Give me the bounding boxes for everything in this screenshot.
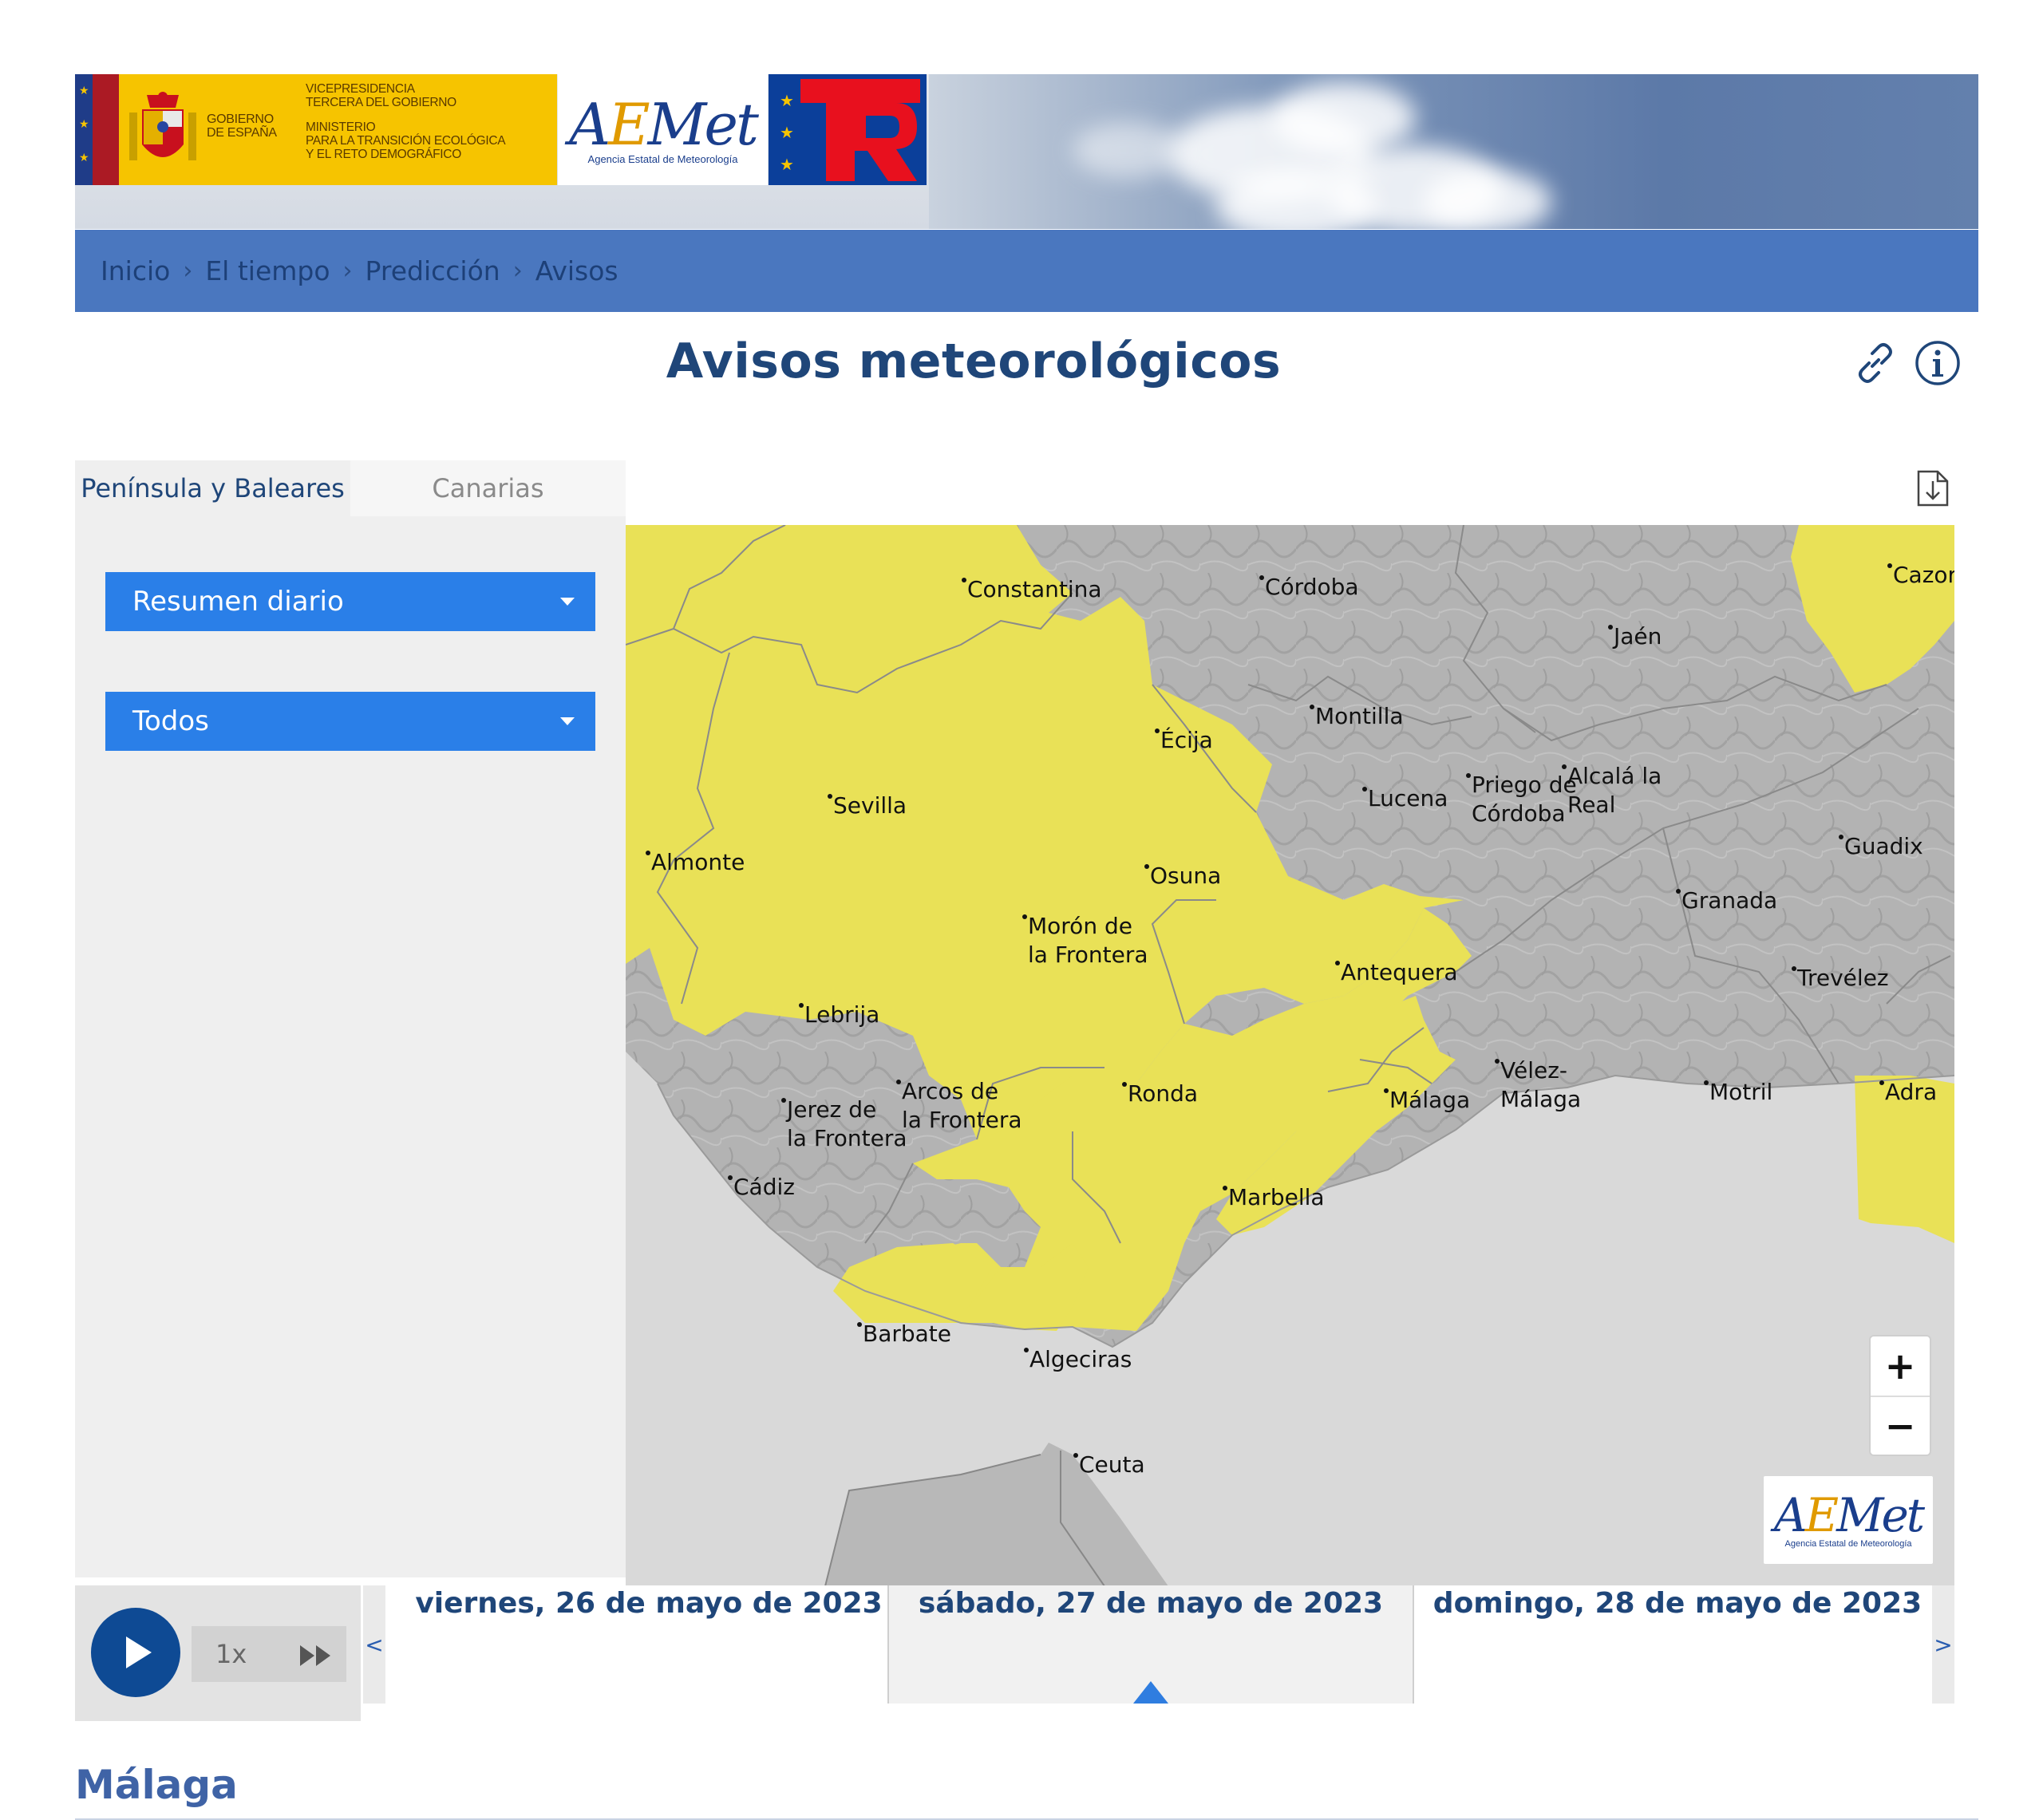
fast-forward-icon[interactable] bbox=[298, 1644, 334, 1668]
region-title: Málaga bbox=[75, 1762, 238, 1808]
prtr-logo-icon: ★ ★ ★ bbox=[769, 74, 927, 185]
vice-line1: VICEPRESIDENCIA bbox=[306, 82, 415, 96]
city-label: Motril bbox=[1704, 1078, 1772, 1107]
zoom-out-button[interactable]: − bbox=[1871, 1396, 1930, 1455]
city-label: Morón de la Frontera bbox=[1022, 912, 1148, 969]
ministry-line3: Y EL RETO DEMOGRÁFICO bbox=[306, 148, 461, 161]
aemet-logo[interactable]: AEMet Agencia Estatal de Meteorología bbox=[558, 74, 768, 185]
city-label: Constantina bbox=[962, 575, 1102, 604]
filters-panel: Península y Baleares Canarias Resumen di… bbox=[75, 460, 626, 1577]
aemet-subtitle: Agencia Estatal de Meteorología bbox=[587, 153, 738, 165]
download-icon[interactable] bbox=[1915, 468, 1950, 508]
phenomenon-select-value: Todos bbox=[132, 705, 209, 737]
timeline-day-selected[interactable]: sábado, 27 de mayo de 2023 bbox=[887, 1585, 1414, 1704]
warnings-map[interactable]: Constantina Córdoba Cazor Jaén Montilla … bbox=[626, 525, 1954, 1586]
selected-day-marker-icon bbox=[1133, 1681, 1168, 1704]
city-label: Guadix bbox=[1839, 832, 1923, 861]
ministry-line1: MINISTERIO bbox=[306, 120, 376, 134]
city-label: Algeciras bbox=[1024, 1345, 1132, 1374]
city-label: Málaga bbox=[1384, 1086, 1470, 1115]
city-label: Cádiz bbox=[728, 1173, 795, 1202]
zoom-control: + − bbox=[1869, 1335, 1931, 1456]
play-icon bbox=[126, 1636, 152, 1668]
breadcrumb-separator: › bbox=[512, 257, 523, 285]
city-label: Jerez de la Frontera bbox=[781, 1096, 907, 1153]
breadcrumb-separator: › bbox=[342, 257, 353, 285]
play-button[interactable] bbox=[91, 1608, 180, 1697]
map-aemet-subtitle: Agencia Estatal de Meteorología bbox=[1784, 1539, 1912, 1549]
city-label: Córdoba bbox=[1259, 573, 1359, 602]
gobierno-text: GOBIERNO DE ESPAÑA bbox=[207, 74, 294, 185]
eu-spain-flag-icon: ★ ★ ★ bbox=[75, 74, 119, 185]
svg-text:★: ★ bbox=[780, 155, 794, 174]
animation-player: 1x bbox=[75, 1585, 361, 1721]
map-canvas bbox=[626, 525, 1954, 1586]
speed-value: 1x bbox=[215, 1639, 247, 1669]
timeline-day[interactable]: viernes, 26 de mayo de 2023 bbox=[385, 1585, 912, 1704]
breadcrumb-prediccion[interactable]: Predicción bbox=[366, 255, 500, 286]
city-label: Jaén bbox=[1608, 622, 1662, 651]
aemet-wordmark: AEMet bbox=[569, 91, 759, 158]
city-label: Marbella bbox=[1223, 1183, 1325, 1212]
svg-text:★: ★ bbox=[780, 91, 794, 110]
city-label: Écija bbox=[1155, 726, 1213, 755]
city-label: Vélez- Málaga bbox=[1495, 1056, 1581, 1114]
tab-peninsula-baleares[interactable]: Península y Baleares bbox=[75, 460, 350, 516]
city-label: Barbate bbox=[857, 1320, 951, 1348]
view-select-value: Resumen diario bbox=[132, 586, 344, 618]
tab-canarias[interactable]: Canarias bbox=[350, 460, 626, 516]
gobierno-espana-logo[interactable]: ★ ★ ★ GOBIERNO DE ESPAÑA VICEPRESIDENCIA… bbox=[75, 74, 557, 185]
city-label: Granada bbox=[1676, 886, 1777, 915]
title-actions bbox=[1851, 339, 1962, 387]
city-label: Antequera bbox=[1335, 958, 1458, 987]
sky-banner bbox=[929, 74, 1978, 229]
svg-text:★: ★ bbox=[780, 123, 794, 142]
breadcrumb-separator: › bbox=[183, 257, 193, 285]
zoom-in-button[interactable]: + bbox=[1871, 1336, 1930, 1396]
region-tabs: Península y Baleares Canarias bbox=[75, 460, 626, 516]
gov-line2: DE ESPAÑA bbox=[207, 126, 277, 140]
city-label: Osuna bbox=[1144, 862, 1221, 890]
timeline-prev-button[interactable]: < bbox=[363, 1585, 385, 1704]
city-label: Arcos de la Frontera bbox=[896, 1077, 1022, 1135]
city-label: Lucena bbox=[1362, 784, 1448, 813]
breadcrumb: Inicio › El tiempo › Predicción › Avisos bbox=[75, 230, 1978, 312]
view-select[interactable]: Resumen diario bbox=[105, 572, 595, 631]
city-label: Trevélez bbox=[1792, 964, 1889, 993]
chevron-down-icon bbox=[560, 717, 575, 725]
map-aemet-logo: AEMet Agencia Estatal de Meteorología bbox=[1764, 1476, 1933, 1564]
gov-line1: GOBIERNO bbox=[207, 113, 274, 126]
timeline-next-button[interactable]: > bbox=[1932, 1585, 1954, 1704]
page-title: Avisos meteorológicos bbox=[666, 334, 1282, 389]
site-header: ★ ★ ★ GOBIERNO DE ESPAÑA VICEPRESIDENCIA… bbox=[75, 74, 1978, 229]
phenomenon-select[interactable]: Todos bbox=[105, 692, 595, 751]
city-label: Priego de Córdoba bbox=[1466, 771, 1577, 828]
page: ★ ★ ★ GOBIERNO DE ESPAÑA VICEPRESIDENCIA… bbox=[0, 0, 2043, 1820]
coat-of-arms-icon bbox=[119, 74, 207, 185]
city-label: Lebrija bbox=[799, 1001, 879, 1029]
breadcrumb-avisos[interactable]: Avisos bbox=[535, 255, 618, 286]
city-label: Adra bbox=[1879, 1078, 1937, 1107]
ministry-line2: PARA LA TRANSICIÓN ECOLÓGICA bbox=[306, 134, 506, 148]
breadcrumb-el-tiempo[interactable]: El tiempo bbox=[205, 255, 330, 286]
city-label: Ceuta bbox=[1073, 1451, 1145, 1479]
city-label: Ronda bbox=[1122, 1080, 1198, 1108]
ministry-text: VICEPRESIDENCIA TERCERA DEL GOBIERNO MINI… bbox=[294, 74, 557, 185]
vice-line2: TERCERA DEL GOBIERNO bbox=[306, 96, 456, 109]
city-label: Sevilla bbox=[828, 792, 907, 820]
city-label: Alcalá la Real bbox=[1562, 762, 1662, 819]
info-icon[interactable] bbox=[1914, 339, 1962, 387]
timeline-day[interactable]: domingo, 28 de mayo de 2023 bbox=[1414, 1585, 1941, 1704]
prtr-logo[interactable]: ★ ★ ★ bbox=[769, 74, 927, 185]
link-icon[interactable] bbox=[1851, 339, 1899, 387]
map-aemet-wordmark: AEMet bbox=[1773, 1488, 1925, 1542]
city-label: Cazor bbox=[1887, 561, 1954, 590]
breadcrumb-inicio[interactable]: Inicio bbox=[101, 255, 170, 286]
chevron-down-icon bbox=[560, 598, 575, 606]
city-label: Montilla bbox=[1310, 702, 1404, 731]
city-label: Almonte bbox=[646, 848, 745, 877]
